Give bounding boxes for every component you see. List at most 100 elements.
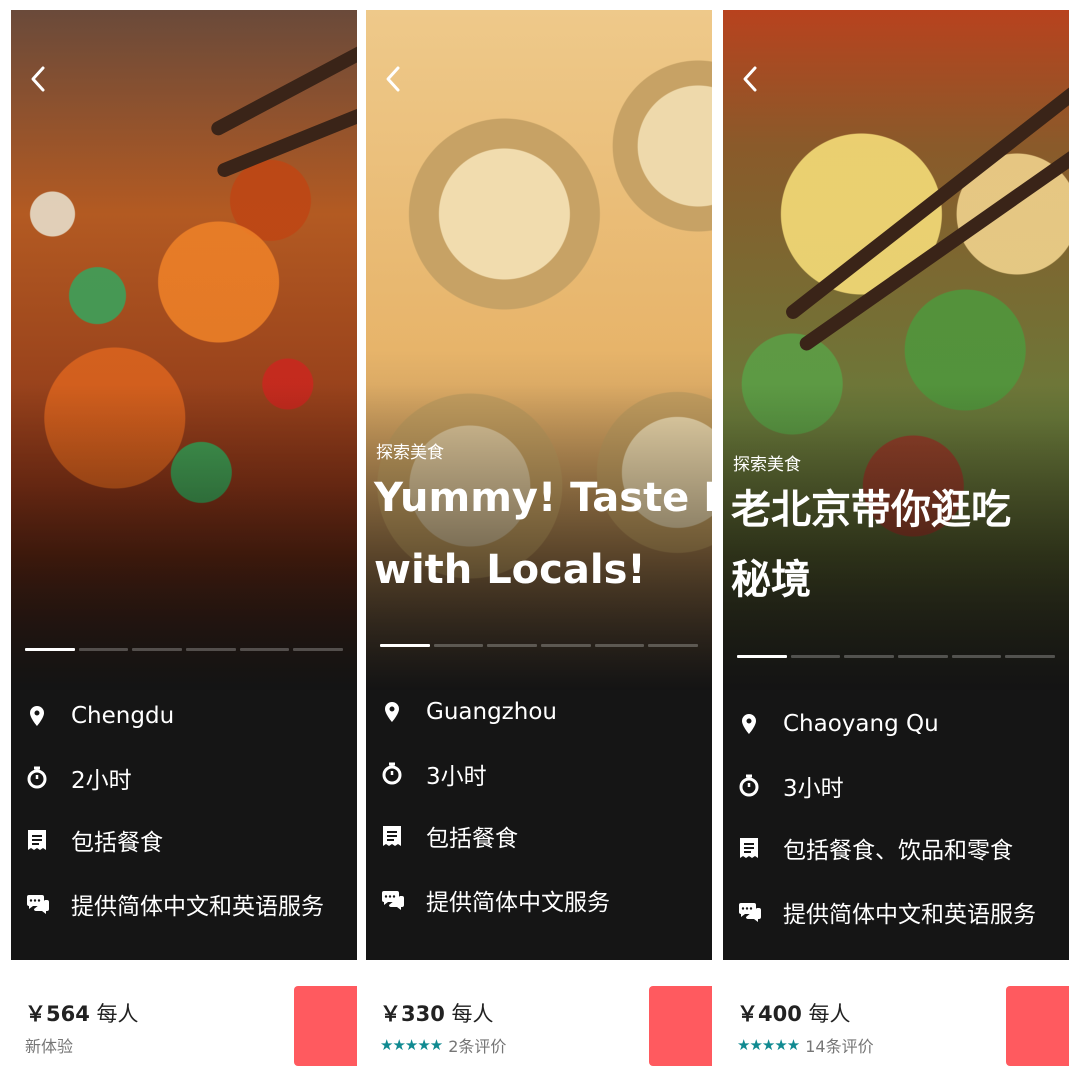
price-line: ￥330 每人 [380, 998, 494, 1028]
chat-icon [380, 888, 404, 912]
book-button[interactable] [294, 986, 357, 1066]
sub-label: 新体验 [25, 1033, 73, 1057]
progress-segment [433, 644, 484, 647]
progress-segment [1005, 655, 1056, 658]
location-pin-icon [25, 704, 49, 728]
experience-details: Chaoyang Qu 3小时 包括餐食、饮品和零食 提供简体中文和英语服务 [723, 690, 1069, 960]
per-person-label: 每人 [451, 1002, 494, 1026]
price-line: ￥400 每人 [737, 998, 851, 1028]
story-progress [737, 655, 1056, 658]
category-label: 探索美食 [733, 455, 801, 475]
duration-row: 3小时 [380, 754, 487, 794]
progress-segment [541, 644, 591, 647]
hero-image [11, 10, 357, 690]
location-row: Guangzhou [380, 692, 557, 732]
food-text: 包括餐食 [71, 830, 163, 856]
progress-segment [25, 648, 75, 651]
timer-icon [25, 766, 49, 790]
story-progress [25, 648, 344, 651]
price-line: ￥564 每人 [25, 998, 139, 1028]
timer-icon [737, 774, 761, 798]
duration-text: 3小时 [783, 776, 844, 802]
chat-icon [25, 892, 49, 916]
new-experience-label: 新体验 [25, 1037, 74, 1056]
progress-segment [293, 648, 344, 651]
title-line-2: with Locals! [374, 547, 646, 593]
language-text: 提供简体中文服务 [426, 890, 610, 916]
rating-stars: ★★★★★ [737, 1036, 800, 1054]
back-button[interactable] [739, 64, 769, 94]
experience-card-guangzhou: 探索美食 Yummy! Taste D with Locals! Guangzh… [366, 10, 712, 1080]
receipt-icon [25, 828, 49, 852]
book-button[interactable] [1006, 986, 1069, 1066]
image-gradient [11, 10, 357, 690]
food-row: 包括餐食、饮品和零食 [737, 828, 1013, 868]
food-text: 包括餐食 [426, 826, 518, 852]
location-text: Chaoyang Qu [783, 711, 939, 737]
progress-segment [844, 655, 895, 658]
back-button[interactable] [27, 64, 57, 94]
duration-text: 3小时 [426, 764, 487, 790]
price-value: ￥564 [25, 1002, 90, 1026]
chevron-left-icon [31, 66, 45, 92]
rating-stars: ★★★★★ [380, 1036, 443, 1054]
language-row: 提供简体中文和英语服务 [25, 884, 324, 924]
location-pin-icon [737, 712, 761, 736]
receipt-icon [380, 824, 404, 848]
location-row: Chengdu [25, 696, 174, 736]
duration-row: 2小时 [25, 758, 132, 798]
title-line-1: Yummy! Taste D [374, 475, 712, 521]
hero-image: 探索美食 老北京带你逛吃 秘境 [723, 10, 1069, 690]
chat-icon [737, 900, 761, 924]
progress-segment [790, 655, 841, 658]
progress-segment [239, 648, 290, 651]
progress-segment [951, 655, 1002, 658]
title-line-2: 秘境 [731, 557, 811, 603]
progress-segment [380, 644, 430, 647]
language-row: 提供简体中文和英语服务 [737, 892, 1036, 932]
food-row: 包括餐食 [380, 816, 518, 856]
language-row: 提供简体中文服务 [380, 880, 610, 920]
story-progress [380, 644, 699, 647]
chevron-left-icon [386, 66, 400, 92]
receipt-icon [737, 836, 761, 860]
timer-icon [380, 762, 404, 786]
booking-footer: ￥330 每人 ★★★★★ 2条评价 [366, 986, 712, 1076]
rating-line: ★★★★★ 14条评价 [737, 1033, 874, 1057]
location-text: Chengdu [71, 703, 175, 729]
location-row: Chaoyang Qu [737, 704, 939, 744]
language-text: 提供简体中文和英语服务 [783, 902, 1036, 928]
progress-segment [78, 648, 129, 651]
duration-text: 2小时 [71, 768, 132, 794]
food-row: 包括餐食 [25, 820, 163, 860]
per-person-label: 每人 [96, 1002, 139, 1026]
booking-footer: ￥564 每人 新体验 [11, 986, 357, 1076]
title-line-1: 老北京带你逛吃 [731, 487, 1011, 533]
progress-segment [132, 648, 183, 651]
duration-row: 3小时 [737, 766, 844, 806]
hero-image: 探索美食 Yummy! Taste D with Locals! [366, 10, 712, 690]
category-label: 探索美食 [376, 443, 444, 463]
chevron-left-icon [743, 66, 757, 92]
experience-card-chengdu: Chengdu 2小时 包括餐食 提供简体中文和英语服务 ￥564 每人 新体验 [11, 10, 357, 1080]
rating-line: ★★★★★ 2条评价 [380, 1033, 506, 1057]
location-pin-icon [380, 700, 404, 724]
book-button[interactable] [649, 986, 712, 1066]
experience-details: Guangzhou 3小时 包括餐食 提供简体中文服务 [366, 690, 712, 960]
progress-segment [737, 655, 787, 658]
price-value: ￥400 [737, 1002, 802, 1026]
experience-details: Chengdu 2小时 包括餐食 提供简体中文和英语服务 [11, 690, 357, 960]
language-text: 提供简体中文和英语服务 [71, 894, 324, 920]
progress-segment [186, 648, 236, 651]
review-count: 14条评价 [805, 1037, 874, 1056]
food-text: 包括餐食、饮品和零食 [783, 838, 1013, 864]
booking-footer: ￥400 每人 ★★★★★ 14条评价 [723, 986, 1069, 1076]
review-count: 2条评价 [448, 1037, 507, 1056]
progress-segment [898, 655, 948, 658]
price-value: ￥330 [380, 1002, 445, 1026]
back-button[interactable] [382, 64, 412, 94]
experience-card-chaoyang: 探索美食 老北京带你逛吃 秘境 Chaoyang Qu 3小时 包括餐食、饮品和… [723, 10, 1069, 1080]
progress-segment [594, 644, 645, 647]
per-person-label: 每人 [808, 1002, 851, 1026]
location-text: Guangzhou [426, 699, 557, 725]
